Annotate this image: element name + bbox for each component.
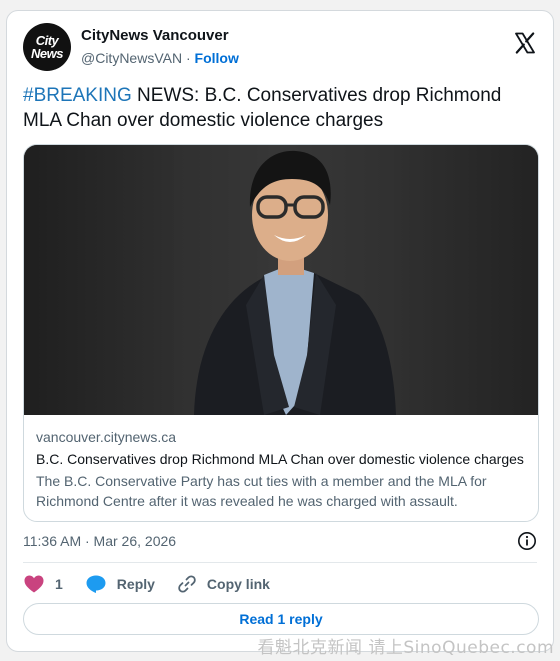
separator-dot: · [185, 50, 191, 66]
action-bar: 1 Reply Copy link [23, 571, 292, 597]
follow-button[interactable]: Follow [195, 50, 239, 66]
watermark-text: 看魁北克新闻 请上SinoQuebec.com [257, 638, 554, 658]
heart-icon [24, 575, 44, 593]
tweet-text: #BREAKING NEWS: B.C. Conservatives drop … [23, 83, 539, 133]
tweet-header: City News CityNews Vancouver @CityNewsVA… [23, 23, 537, 73]
link-description: The B.C. Conservative Party has cut ties… [36, 473, 487, 509]
avatar[interactable]: City News [23, 23, 71, 71]
link-icon [178, 575, 196, 593]
link-preview-card[interactable]: vancouver.citynews.ca B.C. Conservatives… [23, 144, 539, 522]
x-logo-icon[interactable] [513, 31, 537, 55]
article-photo[interactable] [24, 145, 539, 415]
link-domain: vancouver.citynews.ca [36, 429, 177, 445]
tweet-timestamp[interactable]: 11:36 AM · Mar 26, 2026 [23, 533, 176, 549]
copy-link-button[interactable]: Copy link [177, 574, 270, 594]
like-count: 1 [55, 576, 63, 592]
handle-row: @CityNewsVAN · Follow [81, 50, 239, 66]
reply-bubble-icon [86, 575, 106, 593]
link-title: B.C. Conservatives drop Richmond MLA Cha… [36, 451, 524, 467]
reply-label: Reply [116, 576, 155, 592]
divider [23, 562, 537, 563]
copy-link-label: Copy link [206, 576, 270, 592]
reply-button[interactable]: Reply [85, 574, 155, 594]
like-button[interactable]: 1 [23, 574, 63, 594]
info-icon[interactable] [517, 531, 537, 551]
account-name[interactable]: CityNews Vancouver [81, 27, 229, 44]
hashtag-link[interactable]: #BREAKING [23, 85, 132, 106]
avatar-text-line2: News [31, 46, 63, 61]
account-handle[interactable]: @CityNewsVAN [81, 50, 182, 66]
read-replies-button[interactable]: Read 1 reply [23, 603, 539, 635]
tweet-embed-card: City News CityNews Vancouver @CityNewsVA… [6, 10, 554, 652]
